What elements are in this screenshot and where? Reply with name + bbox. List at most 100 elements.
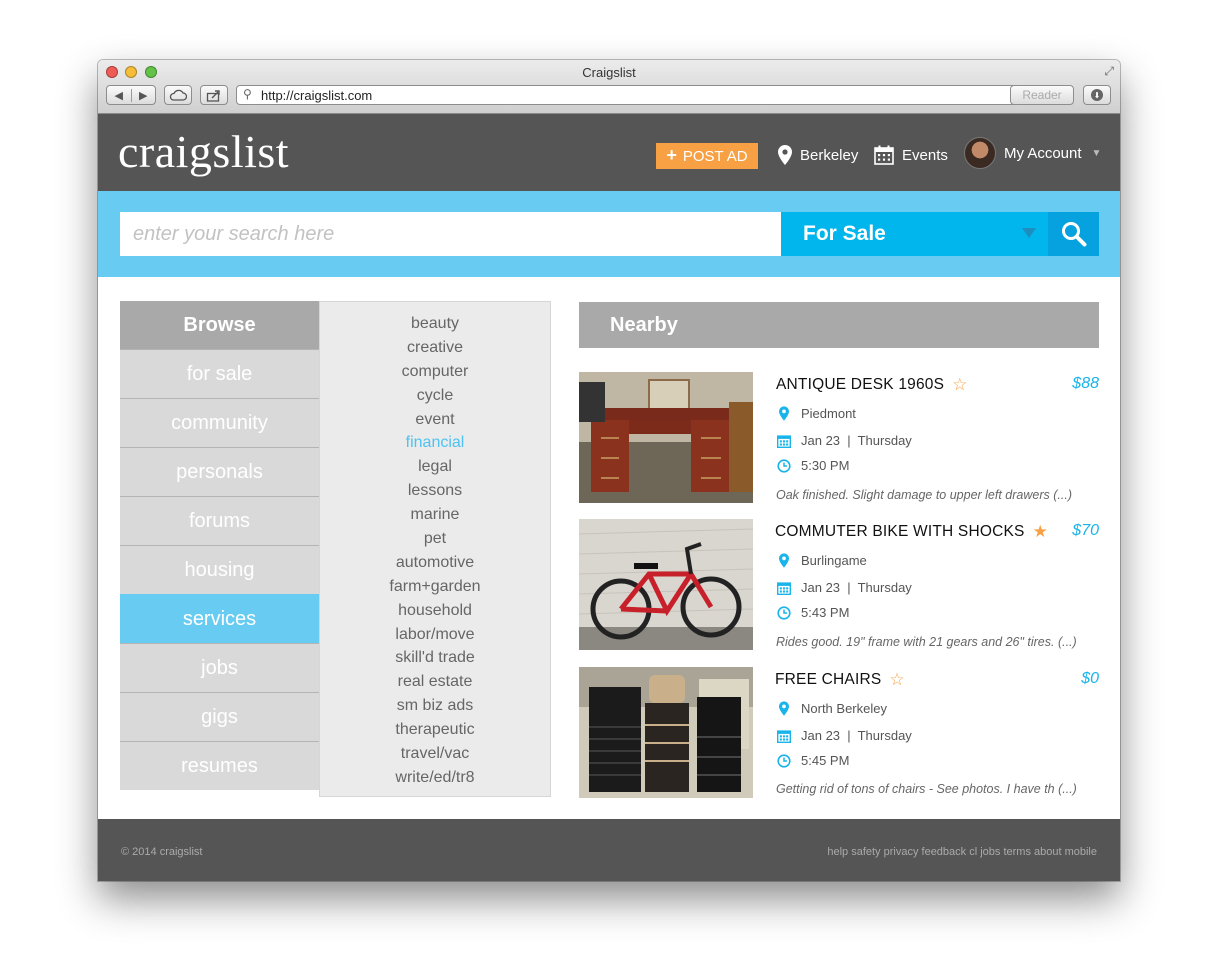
category-selected-value: For Sale xyxy=(803,222,886,245)
calendar-icon xyxy=(874,145,894,165)
browse-item-forums[interactable]: forums xyxy=(120,496,319,545)
browse-item-jobs[interactable]: jobs xyxy=(120,643,319,692)
subcategory-item[interactable]: household xyxy=(320,601,550,625)
map-pin-icon xyxy=(779,406,789,421)
subcategory-item[interactable]: real estate xyxy=(320,672,550,696)
subcategory-list: beauty creative computer cycle event fin… xyxy=(319,301,551,797)
footer-links[interactable]: help safety privacy feedback cl jobs ter… xyxy=(827,846,1097,858)
browse-item-gigs[interactable]: gigs xyxy=(120,692,319,741)
copyright-text: © 2014 craigslist xyxy=(121,846,203,858)
subcategory-item-active[interactable]: financial xyxy=(320,433,550,457)
listing-title[interactable]: FREE CHAIRS xyxy=(775,671,881,689)
listing-time: 5:45 PM xyxy=(801,753,850,768)
subcategory-item[interactable]: beauty xyxy=(320,314,550,338)
subcategory-item[interactable]: travel/vac xyxy=(320,744,550,768)
listing-description: Rides good. 19" frame with 21 gears and … xyxy=(776,635,1077,649)
listing-location-row: North Berkeley xyxy=(777,701,887,716)
listing-title-row[interactable]: ANTIQUE DESK 1960S ☆ xyxy=(776,375,968,395)
subcategory-item[interactable]: farm+garden xyxy=(320,577,550,601)
account-menu[interactable]: My Account ▼ xyxy=(964,137,1101,169)
listing-title[interactable]: COMMUTER BIKE WITH SHOCKS xyxy=(775,523,1025,541)
subcategory-item[interactable]: pet xyxy=(320,529,550,553)
browse-menu: Browse for sale community personals foru… xyxy=(120,301,359,797)
events-label: Events xyxy=(902,146,948,164)
search-button[interactable] xyxy=(1048,212,1099,256)
fullscreen-icon[interactable]: ⤢ xyxy=(1104,64,1114,79)
star-outline-icon[interactable]: ☆ xyxy=(952,375,967,395)
subcategory-item[interactable]: computer xyxy=(320,362,550,386)
downloads-button[interactable]: ⬇ xyxy=(1083,85,1111,105)
listing-photo-desk[interactable] xyxy=(579,372,753,503)
listing-date: Jan 23 | Thursday xyxy=(801,433,912,448)
listing-price: $70 xyxy=(1072,522,1099,539)
subcategory-item[interactable]: legal xyxy=(320,457,550,481)
listing-item[interactable]: FREE CHAIRS ☆ $0 North Berkeley Jan 23 |… xyxy=(579,667,1099,798)
star-outline-icon[interactable]: ☆ xyxy=(889,670,904,690)
listing-description: Getting rid of tons of chairs - See phot… xyxy=(776,782,1077,796)
location-selector[interactable]: Berkeley xyxy=(778,145,858,165)
calendar-icon xyxy=(777,729,791,743)
subcategory-item[interactable]: cycle xyxy=(320,386,550,410)
share-button[interactable] xyxy=(200,85,228,105)
url-text[interactable]: http://craigslist.com xyxy=(261,88,372,103)
subcategory-item[interactable]: sm biz ads xyxy=(320,696,550,720)
clock-icon xyxy=(777,458,791,473)
account-label: My Account xyxy=(1004,144,1082,162)
subcategory-item[interactable]: labor/move xyxy=(320,625,550,649)
listing-location-row: Piedmont xyxy=(777,406,856,421)
subcategory-item[interactable]: skill'd trade xyxy=(320,648,550,672)
listing-item[interactable]: ANTIQUE DESK 1960S ☆ $88 Piedmont Jan 23… xyxy=(579,372,1099,503)
dropdown-arrow-icon xyxy=(1022,228,1036,238)
browse-item-community[interactable]: community xyxy=(120,398,319,447)
listing-photo-chairs[interactable] xyxy=(579,667,753,798)
category-dropdown[interactable]: For Sale xyxy=(781,212,1048,256)
subcategory-item[interactable]: lessons xyxy=(320,481,550,505)
forward-arrow-icon[interactable]: ▶ xyxy=(132,89,156,102)
subcategory-item[interactable]: marine xyxy=(320,505,550,529)
subcategory-item[interactable]: write/ed/tr8 xyxy=(320,768,550,792)
star-filled-icon[interactable]: ★ xyxy=(1033,522,1048,542)
post-ad-button[interactable]: + POST AD xyxy=(656,143,758,169)
browse-item-housing[interactable]: housing xyxy=(120,545,319,594)
icloud-tabs-button[interactable] xyxy=(164,85,192,105)
search-icon xyxy=(1061,222,1086,247)
listing-photo-bike[interactable] xyxy=(579,519,753,650)
browse-heading: Browse xyxy=(120,301,319,349)
map-pin-icon xyxy=(778,145,792,165)
avatar xyxy=(964,137,996,169)
listing-title[interactable]: ANTIQUE DESK 1960S xyxy=(776,376,944,394)
browse-item-for-sale[interactable]: for sale xyxy=(120,349,319,398)
events-link[interactable]: Events xyxy=(874,145,948,165)
address-bar[interactable]: ⚲ http://craigslist.com ↻ xyxy=(236,85,1069,105)
listing-price: $0 xyxy=(1081,670,1099,687)
listing-location: Piedmont xyxy=(801,406,856,421)
browse-item-personals[interactable]: personals xyxy=(120,447,319,496)
listing-title-row[interactable]: COMMUTER BIKE WITH SHOCKS ★ xyxy=(775,522,1048,542)
listing-time: 5:30 PM xyxy=(801,458,850,473)
listing-date-row: Jan 23 | Thursday xyxy=(777,580,912,595)
search-input[interactable]: enter your search here xyxy=(120,212,781,256)
back-forward-buttons[interactable]: ◀ ▶ xyxy=(106,85,156,105)
listing-item[interactable]: COMMUTER BIKE WITH SHOCKS ★ $70 Burlinga… xyxy=(579,519,1099,650)
map-pin-icon xyxy=(779,701,789,716)
listing-title-row[interactable]: FREE CHAIRS ☆ xyxy=(775,670,905,690)
subcategory-item[interactable]: automotive xyxy=(320,553,550,577)
back-arrow-icon[interactable]: ◀ xyxy=(107,88,132,102)
subcategory-item[interactable]: therapeutic xyxy=(320,720,550,744)
listing-time: 5:43 PM xyxy=(801,605,850,620)
chevron-down-icon: ▼ xyxy=(1091,147,1102,159)
subcategory-item[interactable]: event xyxy=(320,410,550,434)
download-icon: ⬇ xyxy=(1091,89,1103,101)
browse-item-resumes[interactable]: resumes xyxy=(120,741,319,790)
location-label: Berkeley xyxy=(800,146,859,164)
subcategory-item[interactable]: creative xyxy=(320,338,550,362)
craigslist-logo[interactable]: craigslist xyxy=(118,125,289,178)
map-pin-icon xyxy=(779,553,789,568)
reader-button[interactable]: Reader xyxy=(1010,85,1074,105)
browse-item-services[interactable]: services xyxy=(120,594,359,644)
search-band: enter your search here For Sale xyxy=(98,191,1120,277)
listing-date: Jan 23 | Thursday xyxy=(801,580,912,595)
share-icon xyxy=(206,89,220,102)
listing-location: North Berkeley xyxy=(801,701,887,716)
cloud-icon xyxy=(169,89,187,101)
